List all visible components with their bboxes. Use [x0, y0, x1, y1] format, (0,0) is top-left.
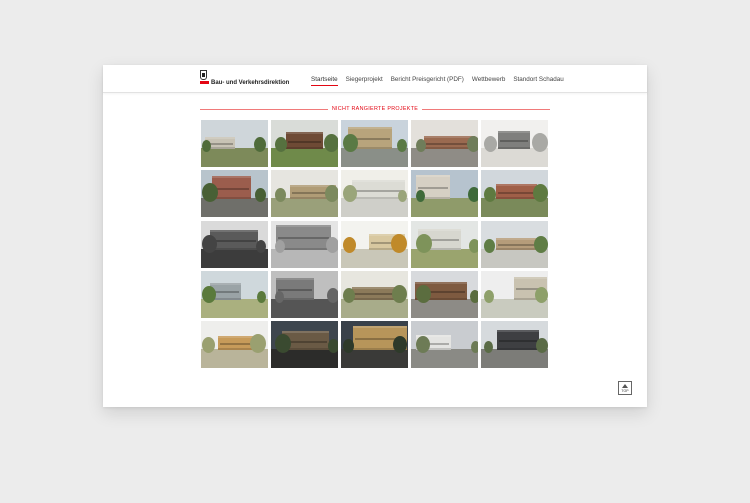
- thumbnail-window-band: [212, 239, 256, 242]
- logo-text: Bau- und Verkehrsdirektion: [211, 80, 290, 86]
- thumbnail-window-band: [354, 189, 403, 192]
- thumbnail-tree: [468, 187, 478, 203]
- thumbnail-tree: [275, 239, 285, 253]
- thumbnail-window-band: [354, 293, 395, 296]
- section-heading: NICHT RANGIERTE PROJEKTE: [200, 105, 550, 113]
- thumbnail-tree: [467, 136, 478, 153]
- project-thumbnail[interactable]: [271, 170, 338, 218]
- back-to-top-button[interactable]: TOP: [618, 381, 632, 395]
- thumbnail-window-band: [278, 237, 329, 240]
- thumbnail-tree: [343, 236, 356, 253]
- thumbnail-tree: [416, 336, 430, 354]
- logo-red-bar: [200, 81, 209, 84]
- thumbnail-tree: [484, 238, 495, 253]
- project-thumbnail[interactable]: [271, 321, 338, 368]
- thumbnail-tree: [532, 133, 548, 153]
- project-thumbnail[interactable]: [341, 270, 408, 318]
- website-frame: Bau- und Verkehrsdirektion Startseite Sie…: [103, 65, 647, 407]
- thumbnail-tree: [328, 339, 338, 354]
- thumbnail-tree: [343, 287, 355, 303]
- thumbnail-window-band: [278, 288, 312, 291]
- project-thumbnail[interactable]: [411, 120, 478, 167]
- thumbnail-tree: [471, 341, 478, 354]
- project-thumbnail[interactable]: [481, 321, 548, 368]
- thumbnail-tree: [393, 336, 407, 354]
- nav-item-wettbewerb[interactable]: Wettbewerb: [472, 76, 505, 88]
- thumbnail-ground: [481, 349, 548, 368]
- thumbnail-window-band: [426, 142, 473, 145]
- nav-item-startseite[interactable]: Startseite: [311, 76, 338, 88]
- thumbnail-window-band: [214, 187, 249, 190]
- heading-line-right: [422, 109, 550, 110]
- thumbnail-tree: [325, 185, 338, 203]
- thumbnail-tree: [484, 289, 494, 303]
- project-thumbnail[interactable]: [201, 270, 268, 318]
- thumbnail-window-band: [212, 291, 239, 294]
- project-thumbnail[interactable]: [411, 220, 478, 268]
- thumbnail-tree: [256, 239, 266, 253]
- thumbnail-window-band: [498, 191, 535, 194]
- thumbnail-tree: [470, 289, 478, 303]
- thumbnail-tree: [534, 235, 548, 253]
- thumbnail-window-band: [418, 187, 448, 190]
- thumbnail-tree: [324, 134, 338, 153]
- thumbnail-tree: [275, 334, 291, 354]
- thumbnail-tree: [326, 236, 338, 253]
- nav-item-standort-schadau[interactable]: Standort Schadau: [513, 76, 563, 88]
- thumbnail-window-band: [499, 340, 537, 343]
- thumbnail-tree: [250, 334, 266, 354]
- project-thumbnail[interactable]: [341, 321, 408, 368]
- thumbnail-tree: [416, 233, 432, 253]
- main-nav: Startseite Siegerprojekt Bericht Preisgeri…: [311, 76, 572, 88]
- thumbnail-tree: [416, 284, 431, 303]
- project-thumbnail[interactable]: [411, 170, 478, 218]
- thumbnail-tree: [275, 290, 284, 303]
- project-thumbnail[interactable]: [341, 120, 408, 167]
- site-logo[interactable]: Bau- und Verkehrsdirektion: [200, 70, 298, 88]
- site-header: Bau- und Verkehrsdirektion Startseite Sie…: [103, 65, 647, 93]
- thumbnail-tree: [392, 284, 407, 303]
- project-thumbnail[interactable]: [201, 321, 268, 368]
- thumbnail-tree: [391, 233, 407, 253]
- project-thumbnail[interactable]: [201, 120, 268, 167]
- top-label: TOP: [621, 389, 629, 393]
- project-thumbnail[interactable]: [481, 270, 548, 318]
- thumbnail-tree: [257, 290, 266, 303]
- thumbnail-tree: [469, 238, 478, 253]
- thumbnail-tree: [202, 234, 217, 253]
- project-thumbnail[interactable]: [341, 170, 408, 218]
- project-thumbnail[interactable]: [481, 170, 548, 218]
- thumbnail-tree: [535, 286, 548, 303]
- project-thumbnail[interactable]: [481, 120, 548, 167]
- thumbnail-window-band: [288, 140, 321, 143]
- nav-item-bericht-preisgericht-pdf[interactable]: Bericht Preisgericht (PDF): [391, 76, 464, 88]
- thumbnail-tree: [327, 287, 338, 303]
- project-thumbnail[interactable]: [411, 270, 478, 318]
- thumbnail-window-band: [500, 140, 528, 143]
- thumbnail-tree: [343, 134, 358, 153]
- project-thumbnail[interactable]: [271, 120, 338, 167]
- project-thumbnail[interactable]: [481, 220, 548, 268]
- arrow-up-icon: [622, 384, 628, 388]
- nav-item-siegerprojekt[interactable]: Siegerprojekt: [346, 76, 383, 88]
- project-thumbnail[interactable]: [201, 170, 268, 218]
- canton-crest-icon: [200, 70, 207, 80]
- thumbnail-tree: [202, 285, 216, 303]
- project-thumbnail[interactable]: [271, 220, 338, 268]
- project-thumbnail[interactable]: [341, 220, 408, 268]
- project-gallery: [201, 120, 548, 368]
- project-thumbnail[interactable]: [271, 270, 338, 318]
- project-thumbnail[interactable]: [411, 321, 478, 368]
- project-thumbnail[interactable]: [201, 220, 268, 268]
